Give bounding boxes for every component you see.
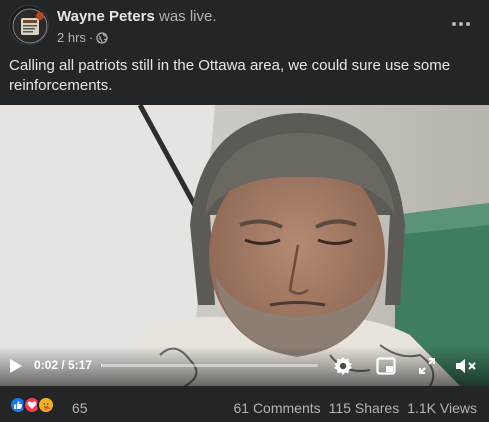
author-name[interactable]: Wayne Peters xyxy=(57,8,155,25)
post-timestamp[interactable]: 2 hrs xyxy=(57,30,86,45)
picture-in-picture-icon[interactable] xyxy=(376,356,396,376)
post-title-line: Wayne Peters was live. xyxy=(57,8,217,25)
volume-muted-icon[interactable] xyxy=(455,356,477,376)
more-options-icon[interactable] xyxy=(447,10,475,38)
video-frame xyxy=(0,105,489,386)
play-icon[interactable] xyxy=(8,356,24,376)
profile-avatar[interactable] xyxy=(9,5,49,45)
post-meta: 2 hrs · xyxy=(57,30,108,45)
reaction-icons[interactable] xyxy=(9,396,55,414)
video-progress-bar[interactable] xyxy=(101,364,318,367)
comments-count[interactable]: 61 Comments xyxy=(233,400,320,416)
gear-icon[interactable] xyxy=(333,356,353,376)
video-player[interactable]: 0:02 / 5:17 xyxy=(0,105,489,386)
reaction-count[interactable]: 65 xyxy=(72,400,88,416)
fullscreen-icon[interactable] xyxy=(418,356,436,376)
care-icon xyxy=(37,396,55,414)
views-count: 1.1K Views xyxy=(407,400,477,416)
post-header: Wayne Peters was live. 2 hrs · xyxy=(0,0,489,50)
post-stats: 61 Comments 115 Shares 1.1K Views xyxy=(233,400,477,416)
progress-fill xyxy=(101,364,103,367)
shares-count[interactable]: 115 Shares xyxy=(329,400,400,416)
post-footer: 65 61 Comments 115 Shares 1.1K Views xyxy=(0,392,489,422)
video-time: 0:02 / 5:17 xyxy=(34,358,93,372)
facebook-post: Wayne Peters was live. 2 hrs · Calling a… xyxy=(0,0,489,422)
video-controls: 0:02 / 5:17 xyxy=(0,346,489,386)
live-status-text: was live. xyxy=(154,8,217,25)
globe-icon xyxy=(96,31,108,44)
post-caption: Calling all patriots still in the Ottawa… xyxy=(9,57,451,94)
meta-separator: · xyxy=(88,30,94,45)
